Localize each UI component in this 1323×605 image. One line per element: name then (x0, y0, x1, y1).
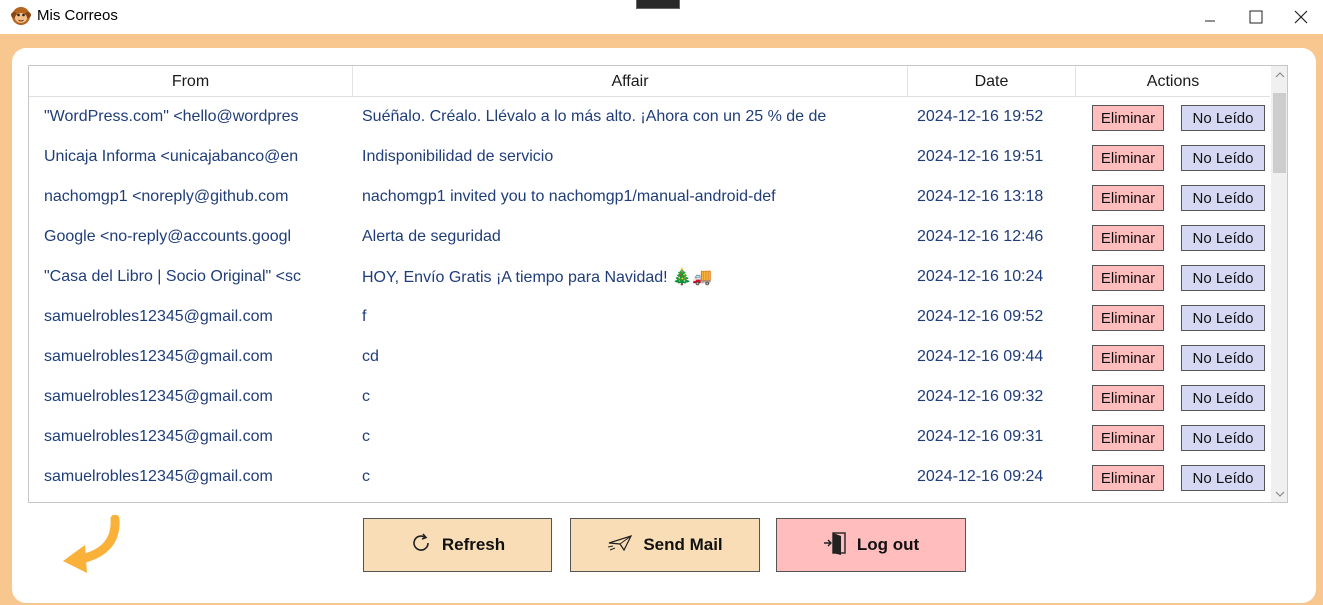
log-out-label: Log out (856, 535, 920, 554)
delete-button[interactable]: Eliminar (1092, 265, 1164, 291)
table-row[interactable]: samuelrobles12345@gmail.com c 2024-12-16… (29, 377, 1270, 417)
cell-from: nachomgp1 <noreply@github.com (44, 188, 289, 205)
table-row[interactable]: Google <no-reply@accounts.googl Alerta d… (29, 217, 1270, 257)
cell-from: "WordPress.com" <hello@wordpres (44, 108, 299, 125)
mark-unread-button[interactable]: No Leído (1181, 425, 1265, 451)
monkey-avatar-icon (11, 6, 31, 26)
minimize-button[interactable] (1187, 0, 1233, 34)
exit-door-icon (823, 531, 847, 560)
refresh-icon (410, 532, 432, 559)
refresh-button[interactable]: Refresh (363, 518, 552, 572)
mark-unread-button[interactable]: No Leído (1181, 105, 1265, 131)
delete-button[interactable]: Eliminar (1092, 225, 1164, 251)
mark-unread-button[interactable]: No Leído (1181, 225, 1265, 251)
scroll-down-arrow-icon[interactable] (1271, 485, 1287, 502)
column-header-date[interactable]: Date (908, 66, 1076, 97)
table-row[interactable]: nachomgp1 <noreply@github.com nachomgp1 … (29, 177, 1270, 217)
cell-from: Unicaja Informa <unicajabanco@en (44, 148, 299, 165)
mark-unread-button[interactable]: No Leído (1181, 265, 1265, 291)
cell-affair: cd (362, 348, 379, 365)
cell-affair: f (362, 308, 367, 325)
table-row[interactable]: samuelrobles12345@gmail.com c 2024-12-16… (29, 457, 1270, 497)
back-arrow-icon[interactable] (55, 514, 125, 577)
delete-button[interactable]: Eliminar (1092, 425, 1164, 451)
cell-date: 2024-12-16 19:52 (917, 108, 1044, 125)
cell-from: samuelrobles12345@gmail.com (44, 468, 273, 485)
scroll-up-arrow-icon[interactable] (1271, 66, 1287, 83)
cell-affair: nachomgp1 invited you to nachomgp1/manua… (362, 188, 776, 205)
table-row[interactable]: samuelrobles12345@gmail.com f 2024-12-16… (29, 297, 1270, 337)
mark-unread-button[interactable]: No Leído (1181, 305, 1265, 331)
table-row[interactable]: "WordPress.com" <hello@wordpres Suéñalo.… (29, 97, 1270, 137)
cell-date: 2024-12-16 19:51 (917, 148, 1044, 165)
delete-button[interactable]: Eliminar (1092, 465, 1164, 491)
cell-affair: Indisponibilidad de servicio (362, 148, 554, 165)
cell-from: samuelrobles12345@gmail.com (44, 348, 273, 365)
cell-affair: c (362, 468, 370, 485)
cell-from: Google <no-reply@accounts.googl (44, 228, 292, 245)
cell-from: "Casa del Libro | Socio Original" <sc (44, 268, 301, 285)
mark-unread-button[interactable]: No Leído (1181, 345, 1265, 371)
table-row[interactable]: Unicaja Informa <unicajabanco@en Indispo… (29, 137, 1270, 177)
column-header-from[interactable]: From (29, 66, 353, 97)
cell-date: 2024-12-16 09:32 (917, 388, 1044, 405)
cell-from: samuelrobles12345@gmail.com (44, 428, 273, 445)
refresh-label: Refresh (441, 535, 506, 554)
mail-table: From Affair Date Actions "WordPress.com"… (28, 65, 1288, 503)
cell-date: 2024-12-16 09:24 (917, 468, 1044, 485)
delete-button[interactable]: Eliminar (1092, 345, 1164, 371)
mark-unread-button[interactable]: No Leído (1181, 385, 1265, 411)
log-out-button[interactable]: Log out (776, 518, 966, 572)
delete-button[interactable]: Eliminar (1092, 185, 1164, 211)
column-header-actions[interactable]: Actions (1076, 66, 1270, 97)
cell-affair: HOY, Envío Gratis ¡A tiempo para Navidad… (362, 269, 712, 286)
table-row[interactable]: "Casa del Libro | Socio Original" <sc HO… (29, 257, 1270, 297)
table-row[interactable]: samuelrobles12345@gmail.com cd 2024-12-1… (29, 337, 1270, 377)
cell-affair: Alerta de seguridad (362, 228, 501, 245)
mark-unread-button[interactable]: No Leído (1181, 465, 1265, 491)
send-mail-button[interactable]: Send Mail (570, 518, 760, 572)
delete-button[interactable]: Eliminar (1092, 385, 1164, 411)
column-header-affair[interactable]: Affair (353, 66, 908, 97)
table-body: "WordPress.com" <hello@wordpres Suéñalo.… (29, 97, 1270, 497)
vertical-scrollbar[interactable] (1271, 66, 1287, 502)
mark-unread-button[interactable]: No Leído (1181, 145, 1265, 171)
cell-from: samuelrobles12345@gmail.com (44, 388, 273, 405)
delete-button[interactable]: Eliminar (1092, 145, 1164, 171)
cell-affair: c (362, 388, 370, 405)
cell-date: 2024-12-16 13:18 (917, 188, 1044, 205)
cell-date: 2024-12-16 09:31 (917, 428, 1044, 445)
table-row[interactable]: samuelrobles12345@gmail.com c 2024-12-16… (29, 417, 1270, 457)
cell-from: samuelrobles12345@gmail.com (44, 308, 273, 325)
close-button[interactable] (1278, 0, 1323, 34)
send-mail-label: Send Mail (643, 535, 723, 554)
cell-date: 2024-12-16 09:44 (917, 348, 1044, 365)
window-title: Mis Correos (37, 7, 118, 24)
scrollbar-thumb[interactable] (1273, 93, 1286, 173)
cell-date: 2024-12-16 09:52 (917, 308, 1044, 325)
camera-notch (636, 0, 680, 9)
mark-unread-button[interactable]: No Leído (1181, 185, 1265, 211)
cell-affair: c (362, 428, 370, 445)
delete-button[interactable]: Eliminar (1092, 305, 1164, 331)
table-header: From Affair Date Actions (29, 66, 1270, 97)
maximize-button[interactable] (1233, 0, 1279, 34)
cell-date: 2024-12-16 10:24 (917, 268, 1044, 285)
delete-button[interactable]: Eliminar (1092, 105, 1164, 131)
cell-affair: Suéñalo. Créalo. Llévalo a lo más alto. … (362, 108, 827, 125)
title-bar: Mis Correos (0, 0, 1323, 34)
cell-date: 2024-12-16 12:46 (917, 228, 1044, 245)
paper-plane-icon (607, 534, 633, 557)
